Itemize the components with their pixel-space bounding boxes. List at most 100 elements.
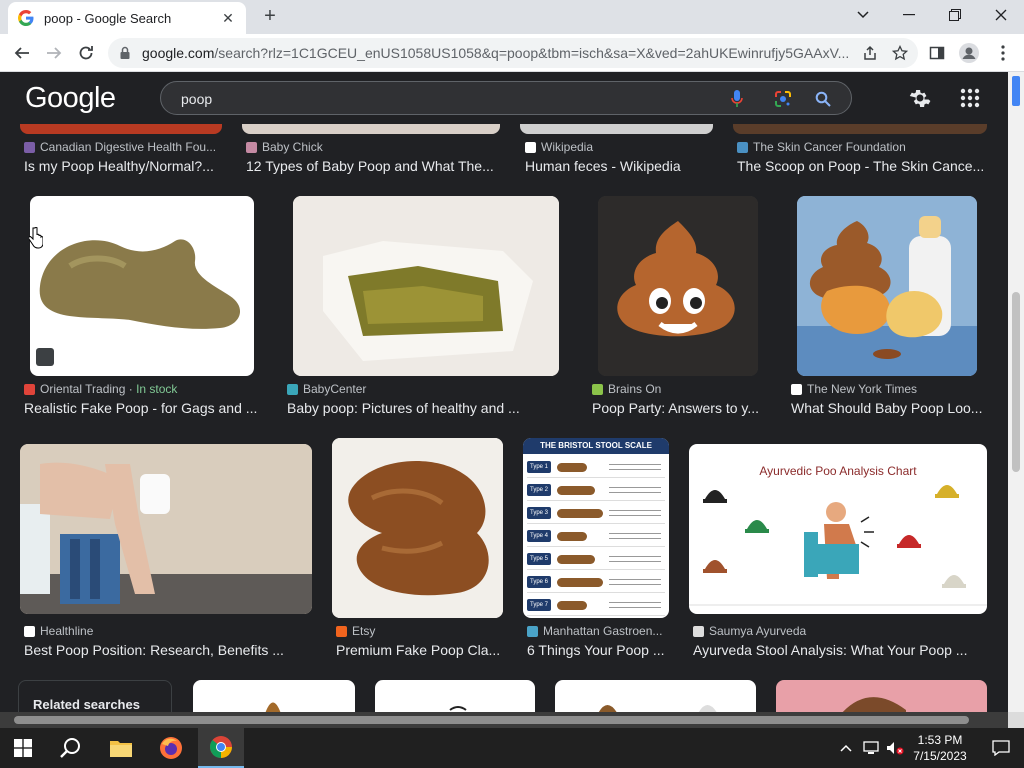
result-caption[interactable]: Ayurveda Stool Analysis: What Your Poop … (693, 642, 983, 658)
search-icon (60, 738, 80, 758)
related-thumb[interactable] (375, 680, 535, 712)
result-image-baby-poop[interactable] (293, 196, 559, 376)
result-image-ayurvedic-chart[interactable]: Ayurvedic Poo Analysis Chart (689, 444, 987, 614)
related-thumb[interactable] (555, 680, 756, 712)
settings-gear-icon[interactable] (908, 86, 932, 110)
result-caption[interactable]: Human feces - Wikipedia (525, 158, 715, 174)
search-box[interactable] (160, 81, 852, 115)
result-source[interactable]: Manhattan Gastroen... (527, 624, 669, 638)
chrome-icon (209, 736, 232, 758)
source-favicon-icon (791, 383, 802, 395)
close-window-button[interactable] (978, 0, 1024, 30)
horizontal-scroll-thumb[interactable] (14, 716, 969, 724)
result-image-etsy-poop[interactable] (332, 438, 503, 618)
result-source[interactable]: Canadian Digestive Health Fou... (24, 140, 224, 154)
side-panel-icon[interactable] (926, 42, 948, 64)
notification-icon (992, 740, 1010, 756)
file-explorer-button[interactable] (98, 728, 144, 768)
network-button[interactable] (860, 728, 882, 768)
result-image[interactable] (733, 124, 987, 134)
source-favicon-icon (287, 383, 298, 395)
folder-icon (110, 741, 132, 757)
chrome-button[interactable] (198, 728, 244, 768)
result-caption[interactable]: 12 Types of Baby Poop and What The... (246, 158, 498, 174)
result-source[interactable]: Etsy (336, 624, 506, 638)
search-icon[interactable] (813, 89, 833, 109)
diaper-photo-illustration (293, 196, 559, 376)
result-caption[interactable]: Realistic Fake Poop - for Gags and ... (24, 400, 264, 416)
reload-icon (79, 46, 93, 60)
result-image-poop-emoji[interactable] (598, 196, 758, 376)
address-bar[interactable]: google.com/search?rlz=1C1GCEU_enUS1058US… (108, 38, 918, 68)
result-image-bristol-stool-scale[interactable]: THE BRISTOL STOOL SCALE Type 1 Type 2 Type… (523, 438, 669, 618)
new-tab-button[interactable]: + (258, 4, 282, 28)
bookmark-star-icon[interactable] (892, 45, 908, 61)
result-source[interactable]: Oriental Trading · In stock (24, 382, 254, 396)
source-favicon-icon (737, 141, 748, 153)
tab-search-icon[interactable] (840, 0, 886, 30)
windows-taskbar: 1:53 PM 7/15/2023 (0, 728, 1024, 768)
google-header: Google (0, 72, 1008, 124)
start-button[interactable] (0, 728, 46, 768)
result-caption[interactable]: Is my Poop Healthy/Normal?... (24, 158, 224, 174)
result-image[interactable] (242, 124, 500, 134)
show-hidden-icons-button[interactable] (834, 728, 858, 768)
result-caption[interactable]: 6 Things Your Poop ... (527, 642, 669, 658)
related-thumb[interactable] (776, 680, 987, 712)
google-apps-grid-icon[interactable] (960, 88, 980, 108)
notification-center-button[interactable] (978, 728, 1024, 768)
result-image-baby-poop-toys[interactable] (797, 196, 977, 376)
bristol-description-lines (609, 464, 661, 470)
lock-icon[interactable] (118, 46, 132, 60)
result-image[interactable] (520, 124, 713, 134)
result-caption[interactable]: Poop Party: Answers to y... (592, 400, 764, 416)
result-image-toilet-position[interactable] (20, 444, 312, 614)
result-source[interactable]: The New York Times (791, 382, 981, 396)
result-source[interactable]: Wikipedia (525, 140, 715, 154)
result-caption[interactable]: Baby poop: Pictures of healthy and ... (287, 400, 557, 416)
source-favicon-icon (24, 383, 35, 395)
taskbar-search-button[interactable] (48, 728, 94, 768)
source-favicon-icon (592, 383, 603, 395)
bristol-row: Type 5 (527, 550, 665, 570)
back-button[interactable] (10, 41, 34, 65)
result-source[interactable]: Saumya Ayurveda (693, 624, 983, 638)
minimize-button[interactable] (886, 0, 932, 30)
result-source[interactable]: BabyCenter (287, 382, 557, 396)
restore-button[interactable] (932, 0, 978, 30)
voice-search-icon[interactable] (727, 89, 747, 109)
browser-tab[interactable]: poop - Google Search ✕ (8, 2, 246, 34)
share-icon[interactable] (862, 45, 878, 61)
close-tab-icon[interactable]: ✕ (220, 10, 236, 27)
vertical-scrollbar[interactable] (1008, 72, 1024, 712)
horizontal-scrollbar[interactable] (0, 712, 1008, 728)
firefox-button[interactable] (148, 728, 194, 768)
bristol-description-lines (609, 602, 661, 608)
result-caption[interactable]: Best Poop Position: Research, Benefits .… (24, 642, 314, 658)
result-source[interactable]: Baby Chick (246, 140, 496, 154)
url-host: google.com (142, 45, 215, 61)
lens-search-icon[interactable] (773, 89, 793, 109)
reload-button[interactable] (74, 41, 98, 65)
related-thumb[interactable] (193, 680, 355, 712)
bristol-stool-shape (557, 486, 595, 495)
result-image[interactable] (20, 124, 222, 134)
scroll-indicator (1012, 76, 1020, 106)
taskbar-clock[interactable]: 1:53 PM 7/15/2023 (908, 732, 972, 764)
profile-avatar-icon[interactable] (958, 42, 980, 64)
result-caption[interactable]: What Should Baby Poop Loo... (791, 400, 983, 416)
result-image-fake-poop[interactable] (30, 196, 254, 376)
result-source[interactable]: The Skin Cancer Foundation (737, 140, 987, 154)
result-source[interactable]: Healthline (24, 624, 314, 638)
vertical-scroll-thumb[interactable] (1012, 292, 1020, 472)
volume-button[interactable] (884, 728, 906, 768)
result-caption[interactable]: Premium Fake Poop Cla... (336, 642, 506, 658)
related-searches-card[interactable]: Related searches (18, 680, 172, 712)
bristol-row: Type 6 (527, 573, 665, 593)
result-source[interactable]: Brains On (592, 382, 762, 396)
browser-menu-icon[interactable] (992, 42, 1014, 64)
search-input[interactable] (181, 88, 701, 110)
forward-button[interactable] (42, 41, 66, 65)
google-logo[interactable]: Google (25, 82, 116, 115)
result-caption[interactable]: The Scoop on Poop - The Skin Cance... (737, 158, 987, 174)
